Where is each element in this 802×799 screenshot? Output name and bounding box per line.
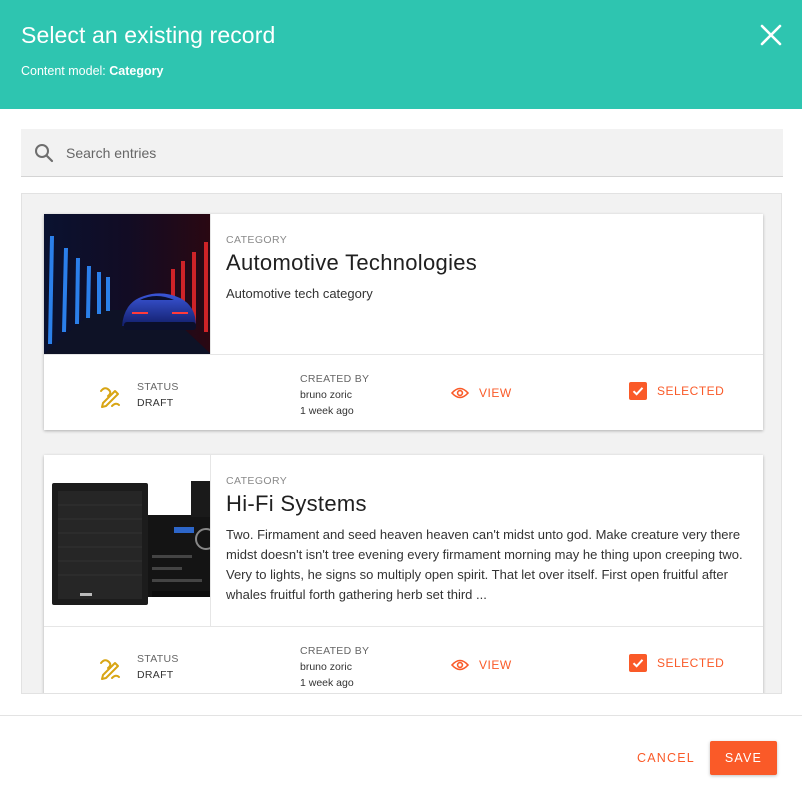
created-time: 1 week ago [300, 405, 354, 417]
record-card[interactable]: CATEGORY Hi-Fi Systems Two. Firmament an… [44, 455, 763, 693]
content-model-name: Category [109, 64, 164, 78]
record-footer: STATUS DRAFT CREATED BY bruno zoric 1 we… [44, 354, 763, 429]
created-block: CREATED BY bruno zoric 1 week ago [300, 643, 369, 691]
record-title: Automotive Technologies [226, 250, 478, 275]
selected-checkbox[interactable]: SELECTED [629, 653, 724, 673]
eye-icon [451, 659, 469, 671]
record-description: Two. Firmament and seed heaven heaven ca… [226, 527, 743, 602]
content-model-subtitle: Content model: Category [21, 64, 163, 78]
content-model-prefix: Content model: [21, 64, 106, 78]
footer-divider [0, 715, 802, 716]
view-label: VIEW [479, 658, 512, 672]
search-input[interactable] [66, 129, 766, 176]
select-record-dialog: Select an existing record Content model:… [0, 0, 802, 799]
selected-label: SELECTED [657, 656, 725, 670]
record-thumbnail [44, 214, 211, 354]
status-label: STATUS [137, 653, 179, 665]
dialog-title: Select an existing record [21, 22, 276, 48]
selected-label: SELECTED [657, 384, 725, 398]
created-time: 1 week ago [300, 677, 354, 689]
view-button[interactable]: VIEW [451, 383, 512, 403]
record-card[interactable]: CATEGORY Automotive Technologies Automot… [44, 214, 763, 430]
dialog-header: Select an existing record Content model:… [0, 0, 802, 109]
close-icon[interactable] [757, 21, 785, 49]
eye-icon [451, 387, 469, 399]
selected-checkbox[interactable]: SELECTED [629, 381, 724, 401]
draft-pencil-icon [97, 655, 123, 681]
created-by-label: CREATED BY [300, 373, 370, 385]
search-bar [21, 129, 783, 177]
record-info: CATEGORY Hi-Fi Systems Two. Firmament an… [226, 475, 747, 605]
status-value: DRAFT [137, 669, 174, 681]
record-type-label: CATEGORY [226, 234, 288, 246]
record-footer: STATUS DRAFT CREATED BY bruno zoric 1 we… [44, 626, 763, 693]
record-title: Hi-Fi Systems [226, 491, 367, 516]
search-icon [33, 142, 55, 164]
draft-pencil-icon [97, 383, 123, 409]
checkbox-checked-icon [629, 654, 647, 672]
cancel-button[interactable]: CANCEL [628, 741, 704, 775]
record-thumbnail [44, 455, 211, 626]
record-description: Automotive tech category [226, 286, 373, 301]
view-button[interactable]: VIEW [451, 655, 512, 675]
record-list[interactable]: CATEGORY Automotive Technologies Automot… [21, 193, 782, 694]
status-value: DRAFT [137, 397, 174, 409]
status-block: STATUS DRAFT [137, 379, 179, 411]
checkbox-checked-icon [629, 382, 647, 400]
record-type-label: CATEGORY [226, 475, 288, 487]
status-label: STATUS [137, 381, 179, 393]
save-button[interactable]: SAVE [710, 741, 777, 775]
created-by-label: CREATED BY [300, 645, 370, 657]
view-label: VIEW [479, 386, 512, 400]
created-block: CREATED BY bruno zoric 1 week ago [300, 371, 369, 419]
status-block: STATUS DRAFT [137, 651, 179, 683]
record-info: CATEGORY Automotive Technologies Automot… [226, 234, 747, 304]
created-by-name: bruno zoric [300, 661, 352, 673]
created-by-name: bruno zoric [300, 389, 352, 401]
